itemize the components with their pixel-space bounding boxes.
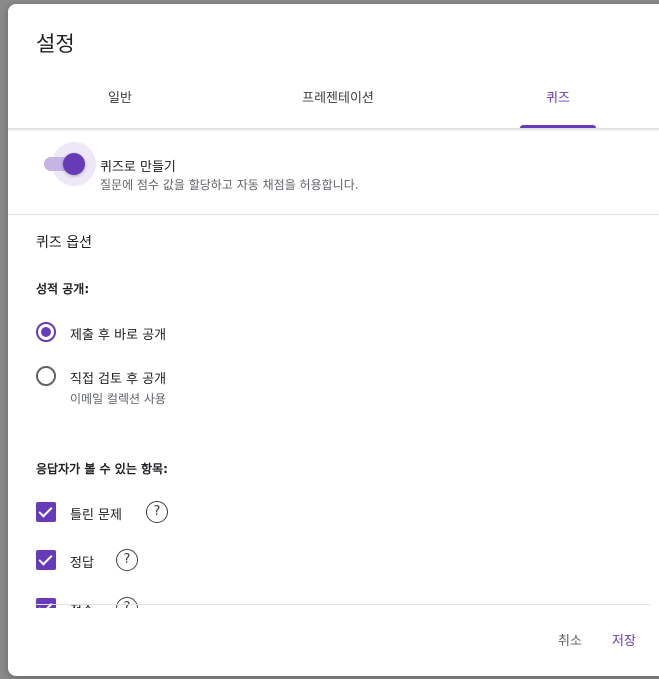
make-quiz-description: 질문에 점수 값을 할당하고 자동 채점을 허용합니다.	[100, 178, 359, 192]
release-immediately-label: 제출 후 바로 공개	[70, 328, 167, 343]
dialog-title: 설정	[36, 32, 75, 56]
footer-divider	[36, 604, 650, 605]
release-after-review-sublabel: 이메일 컬렉션 사용	[70, 392, 166, 406]
tab-bar: 일반 프레젠테이션 퀴즈	[8, 84, 659, 128]
make-quiz-label: 퀴즈로 만들기	[100, 160, 176, 175]
tab-presentation-label: 프레젠테이션	[302, 91, 374, 106]
save-button[interactable]: 저장	[612, 630, 636, 649]
respondent-can-see-heading: 응답자가 볼 수 있는 항목:	[36, 462, 168, 476]
missed-questions-checkbox[interactable]	[36, 502, 56, 522]
tab-quiz[interactable]: 퀴즈	[520, 84, 596, 128]
tab-general[interactable]: 일반	[68, 84, 172, 128]
point-values-checkbox[interactable]	[36, 598, 56, 608]
cancel-button[interactable]: 취소	[558, 630, 582, 649]
section-divider	[8, 214, 659, 215]
tab-presentation[interactable]: 프레젠테이션	[270, 84, 406, 128]
release-after-review-radio[interactable]	[36, 366, 56, 386]
make-quiz-toggle[interactable]	[63, 153, 85, 175]
correct-answers-label: 정답	[70, 556, 94, 571]
help-icon[interactable]: ?	[116, 549, 138, 571]
help-icon[interactable]: ?	[146, 501, 168, 523]
correct-answers-checkbox[interactable]	[36, 550, 56, 570]
release-after-review-label: 직접 검토 후 공개	[70, 372, 167, 387]
release-immediately-radio[interactable]	[36, 322, 56, 342]
help-icon[interactable]: ?	[116, 597, 138, 608]
missed-questions-label: 틀린 문제	[70, 508, 122, 523]
settings-scroll-area[interactable]: 퀴즈로 만들기 질문에 점수 값을 할당하고 자동 채점을 허용합니다. 퀴즈 …	[8, 132, 659, 608]
release-grade-heading: 성적 공개:	[36, 282, 90, 296]
settings-dialog: 설정 일반 프레젠테이션 퀴즈 퀴즈로 만들기 질문에 점수 값을 할당하고 자…	[8, 4, 659, 676]
quiz-options-title: 퀴즈 옵션	[36, 235, 92, 251]
tab-general-label: 일반	[108, 91, 132, 106]
tab-quiz-label: 퀴즈	[546, 91, 570, 106]
